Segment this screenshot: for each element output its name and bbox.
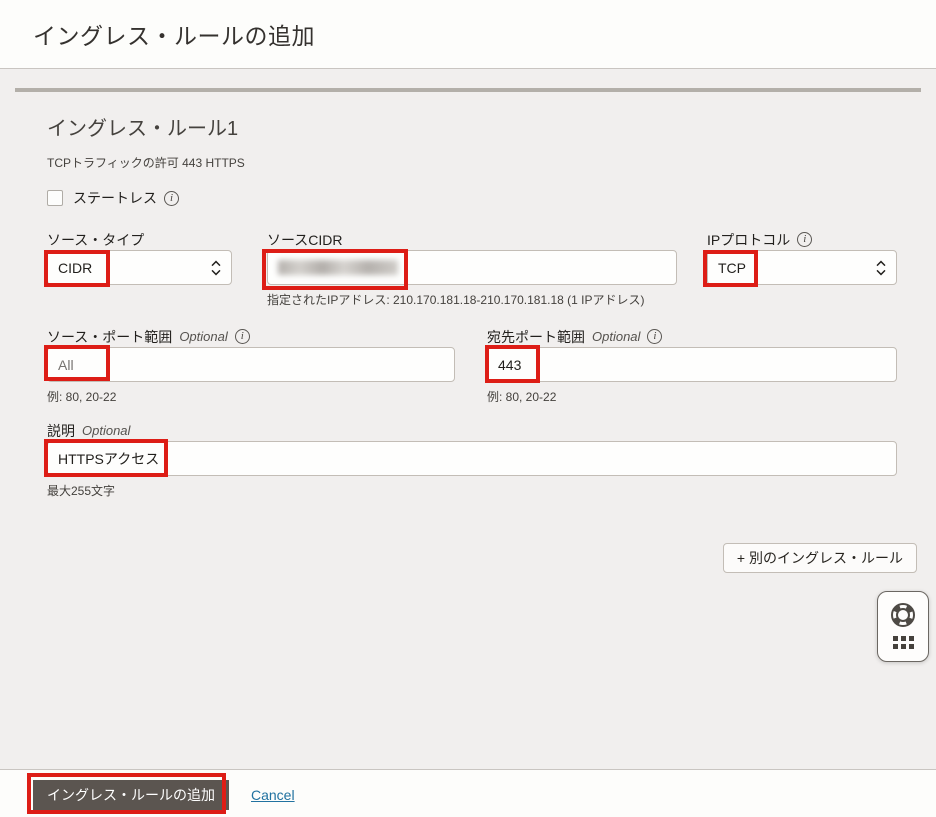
source-cidr-helper: 指定されたIPアドレス: 210.170.181.18-210.170.181.… [267, 291, 677, 308]
rule-section-subtitle: TCPトラフィックの許可 443 HTTPS [47, 154, 897, 171]
source-cidr-redacted-value [278, 260, 398, 275]
source-port-helper: 例: 80, 20-22 [47, 388, 455, 405]
form-row-1: ソース・タイプ CIDR ソースCIDR [47, 230, 897, 308]
source-port-info-icon[interactable]: i [235, 329, 250, 344]
stateless-checkbox[interactable] [47, 190, 63, 206]
dialog-header: イングレス・ルールの追加 [0, 0, 936, 69]
add-another-row: + 別のイングレス・ルール [47, 543, 917, 573]
dest-port-label-text: 宛先ポート範囲 [487, 327, 585, 347]
ip-protocol-value: TCP [718, 260, 746, 276]
add-ingress-rules-submit-button[interactable]: イングレス・ルールの追加 [33, 780, 229, 810]
source-port-optional: Optional [179, 329, 227, 344]
life-ring-icon [889, 601, 917, 629]
source-type-select[interactable]: CIDR [47, 250, 232, 285]
ip-protocol-label: IPプロトコル i [707, 230, 897, 249]
dialog-footer: イングレス・ルールの追加 Cancel [0, 769, 936, 817]
source-port-input[interactable] [47, 347, 455, 382]
help-launcher-widget[interactable] [877, 591, 929, 662]
section-top-rule [15, 88, 921, 92]
source-port-label-text: ソース・ポート範囲 [47, 327, 172, 347]
source-port-field: ソース・ポート範囲 Optional i 例: 80, 20-22 [47, 327, 455, 405]
source-type-label: ソース・タイプ [47, 230, 232, 249]
stateless-row: ステートレス i [47, 188, 897, 208]
dest-port-optional: Optional [592, 329, 640, 344]
page-title: イングレス・ルールの追加 [33, 17, 315, 51]
dest-port-field: 宛先ポート範囲 Optional i 例: 80, 20-22 [487, 327, 897, 405]
drag-dots-icon [893, 636, 914, 649]
rule-section-title: イングレス・ルール1 [47, 112, 897, 141]
add-another-rule-button[interactable]: + 別のイングレス・ルール [723, 543, 917, 573]
source-cidr-field: ソースCIDR 指定されたIPアドレス: 210.170.181.18-210.… [267, 230, 677, 308]
description-input[interactable] [47, 441, 897, 476]
chevron-up-down-icon [876, 260, 886, 276]
description-field: 説明 Optional 最大255文字 [47, 421, 897, 499]
ingress-rule-form: イングレス・ルール1 TCPトラフィックの許可 443 HTTPS ステートレス… [47, 112, 897, 573]
description-optional: Optional [82, 423, 130, 438]
form-row-2: ソース・ポート範囲 Optional i 例: 80, 20-22 宛先ポート範… [47, 327, 897, 405]
form-row-3: 説明 Optional 最大255文字 [47, 421, 897, 499]
source-cidr-label: ソースCIDR [267, 230, 677, 249]
chevron-up-down-icon [211, 260, 221, 276]
dest-port-input[interactable] [487, 347, 897, 382]
description-helper: 最大255文字 [47, 482, 897, 499]
stateless-info-icon[interactable]: i [164, 191, 179, 206]
ip-protocol-field: IPプロトコル i TCP [707, 230, 897, 285]
source-type-value: CIDR [58, 260, 92, 276]
stateless-label: ステートレス [73, 188, 157, 208]
dest-port-label: 宛先ポート範囲 Optional i [487, 327, 897, 346]
add-ingress-rules-dialog: イングレス・ルールの追加 イングレス・ルール1 TCPトラフィックの許可 443… [0, 0, 936, 817]
source-port-label: ソース・ポート範囲 Optional i [47, 327, 455, 346]
description-label: 説明 Optional [47, 421, 897, 440]
ip-protocol-label-text: IPプロトコル [707, 230, 790, 250]
dest-port-info-icon[interactable]: i [647, 329, 662, 344]
dialog-body: イングレス・ルール1 TCPトラフィックの許可 443 HTTPS ステートレス… [0, 69, 936, 769]
source-cidr-input[interactable] [267, 250, 677, 285]
ip-protocol-info-icon[interactable]: i [797, 232, 812, 247]
source-type-field: ソース・タイプ CIDR [47, 230, 232, 285]
cancel-link[interactable]: Cancel [251, 787, 295, 803]
dest-port-helper: 例: 80, 20-22 [487, 388, 897, 405]
description-label-text: 説明 [47, 421, 75, 441]
ip-protocol-select[interactable]: TCP [707, 250, 897, 285]
